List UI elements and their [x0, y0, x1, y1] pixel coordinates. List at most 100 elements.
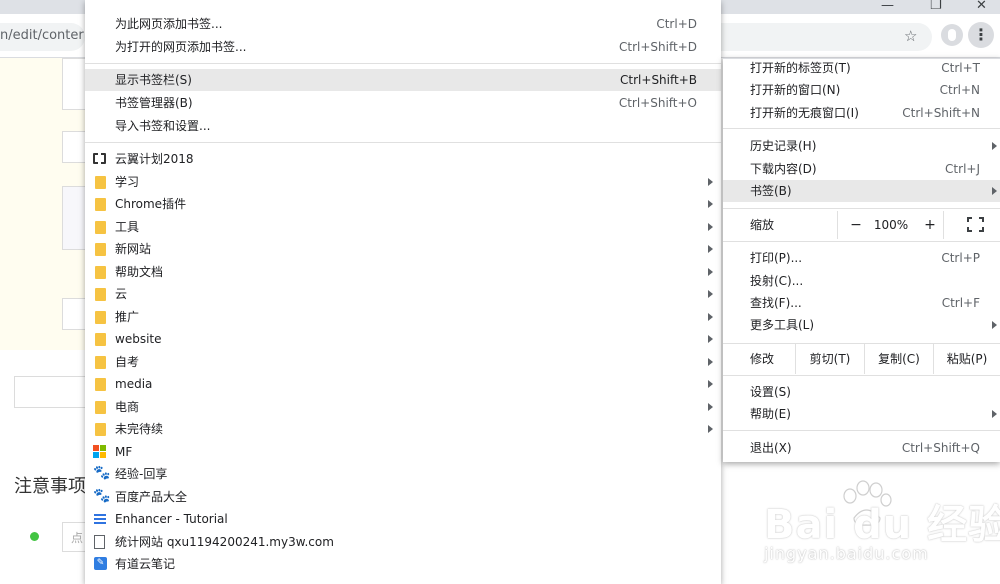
bookmark-label: website	[115, 332, 162, 346]
bookmark-label: media	[115, 377, 153, 391]
submenu-arrow-icon	[708, 425, 713, 433]
notes-input[interactable]: 点	[62, 522, 85, 552]
downloads-item[interactable]: 下载内容(D) Ctrl+J	[723, 158, 1000, 180]
bookmarks-item[interactable]: 书签(B)	[723, 180, 1000, 202]
folder-icon	[95, 220, 106, 234]
help-item[interactable]: 帮助(E)	[723, 403, 1000, 425]
bookmark-folder-item[interactable]: 自考	[85, 351, 721, 373]
editor-thumbnail[interactable]	[62, 298, 85, 330]
baidu-paw-icon: 🐾	[93, 465, 111, 481]
submenu-arrow-icon	[708, 290, 713, 298]
bookmark-folder-item[interactable]: Chrome插件	[85, 193, 721, 215]
bookmark-folder-item[interactable]: 新网站	[85, 238, 721, 260]
bookmark-item[interactable]: MF	[85, 441, 721, 463]
bookmark-label: 经验-回享	[115, 467, 168, 481]
print-item[interactable]: 打印(P)... Ctrl+P	[723, 247, 1000, 269]
bookmark-label: Chrome插件	[115, 197, 187, 211]
bookmark-manager-item[interactable]: 书签管理器(B) Ctrl+Shift+O	[85, 92, 721, 114]
bookmark-folder-item[interactable]: 推广	[85, 306, 721, 328]
find-item[interactable]: 查找(F)... Ctrl+F	[723, 292, 1000, 314]
chrome-menu-icon[interactable]: ⋮	[968, 22, 994, 48]
bookmark-star-icon[interactable]: ☆	[904, 27, 917, 45]
bookmark-label: 有道云笔记	[115, 557, 176, 571]
more-tools-item[interactable]: 更多工具(L)	[723, 314, 1000, 336]
zoom-value: 100%	[873, 218, 909, 232]
new-window-item[interactable]: 打开新的窗口(N) Ctrl+N	[723, 79, 1000, 101]
submenu-arrow-icon	[708, 267, 713, 276]
bookmark-folder-item[interactable]: website	[85, 328, 721, 350]
menu-separator	[723, 208, 1000, 209]
submenu-arrow-icon	[708, 177, 713, 186]
bookmark-item[interactable]: 统计网站 qxu1194200241.my3w.com	[85, 531, 721, 553]
add-bookmark-item[interactable]: 为此网页添加书签... Ctrl+D	[85, 13, 721, 35]
new-tab-item[interactable]: 打开新的标签页(T) Ctrl+T	[723, 57, 1000, 79]
fullscreen-icon[interactable]	[967, 217, 984, 232]
bookmark-folder-item[interactable]: 学习	[85, 171, 721, 193]
baidu-watermark: Bai du 经验 jingyan.baidu.com	[760, 472, 1000, 584]
import-bookmarks-item[interactable]: 导入书签和设置...	[85, 115, 721, 137]
bookmark-item[interactable]: ✎ 有道云笔记	[85, 553, 721, 575]
microsoft-icon	[93, 444, 107, 459]
folder-icon	[95, 175, 106, 189]
bookmark-folder-item[interactable]: media	[85, 373, 721, 395]
submenu-arrow-icon	[992, 321, 997, 329]
submenu-arrow-icon	[708, 357, 713, 366]
address-bar-right[interactable]	[720, 23, 932, 51]
settings-item[interactable]: 设置(S)	[723, 381, 1000, 403]
menu-separator	[723, 375, 1000, 376]
bookmark-label: 百度产品大全	[115, 489, 188, 504]
show-bookmarks-bar-item[interactable]: 显示书签栏(S) Ctrl+Shift+B	[85, 69, 721, 91]
bookmark-folder-item[interactable]: 帮助文档	[85, 261, 721, 283]
history-item[interactable]: 历史记录(H)	[723, 135, 1000, 157]
bookmark-open-pages-item[interactable]: 为打开的网页添加书签... Ctrl+Shift+D	[85, 36, 721, 58]
bookmark-label: 帮助文档	[115, 264, 164, 279]
submenu-arrow-icon	[708, 200, 713, 208]
editor-image-thumbnail[interactable]	[62, 186, 85, 250]
chrome-main-menu: 打开新的标签页(T) Ctrl+T 打开新的窗口(N) Ctrl+N 打开新的无…	[723, 58, 1000, 462]
submenu-arrow-icon	[708, 335, 713, 343]
watermark-url: jingyan.baidu.com	[764, 544, 929, 563]
maximize-icon[interactable]: ❐	[930, 0, 942, 13]
minimize-icon[interactable]: —	[881, 0, 894, 13]
editor-text-box[interactable]	[14, 376, 85, 408]
bookmark-label: 工具	[115, 219, 140, 234]
bookmark-label: 电商	[115, 399, 140, 414]
new-incognito-item[interactable]: 打开新的无痕窗口(I) Ctrl+Shift+N	[723, 102, 1000, 124]
exit-item[interactable]: 退出(X) Ctrl+Shift+Q	[723, 437, 1000, 459]
profile-avatar-icon[interactable]	[941, 24, 963, 46]
edit-row: 修改 剪切(T) 复制(C) 粘贴(P)	[723, 344, 1000, 374]
submenu-arrow-icon	[992, 142, 997, 150]
cast-item[interactable]: 投射(C)...	[723, 270, 1000, 292]
menu-separator	[85, 142, 721, 143]
editor-thumbnail[interactable]	[62, 58, 85, 110]
cut-button[interactable]: 剪切(T)	[796, 344, 864, 374]
address-bar[interactable]: n/edit/conter	[0, 23, 85, 51]
bookmark-folder-item[interactable]: 电商	[85, 396, 721, 418]
bookmark-item[interactable]: 🐾 经验-回享	[85, 463, 721, 485]
folder-icon	[95, 265, 106, 279]
bookmarks-submenu: 为此网页添加书签... Ctrl+D 为打开的网页添加书签... Ctrl+Sh…	[85, 0, 721, 584]
bookmark-label: MF	[115, 444, 133, 459]
submenu-arrow-icon	[708, 222, 713, 231]
baidu-paw-icon: 🐾	[93, 487, 111, 504]
menu-separator	[723, 430, 1000, 431]
bookmark-folder-item[interactable]: 未完待续	[85, 418, 721, 440]
paste-button[interactable]: 粘贴(P)	[934, 344, 1000, 374]
folder-icon	[95, 355, 106, 369]
cloud-bracket-icon	[93, 153, 106, 164]
submenu-arrow-icon	[992, 187, 997, 195]
status-dot	[30, 532, 39, 541]
list-lines-icon	[94, 514, 106, 524]
bookmark-item[interactable]: Enhancer - Tutorial	[85, 508, 721, 530]
submenu-arrow-icon	[708, 245, 713, 253]
bookmark-folder-item[interactable]: 云	[85, 283, 721, 305]
folder-icon	[95, 310, 106, 324]
bookmark-item[interactable]: 🐾 百度产品大全	[85, 486, 721, 508]
zoom-in-button[interactable]: +	[918, 211, 942, 239]
copy-button[interactable]: 复制(C)	[865, 344, 933, 374]
zoom-out-button[interactable]: −	[844, 211, 868, 239]
close-icon[interactable]: ✕	[976, 0, 987, 13]
bookmark-folder-item[interactable]: 工具	[85, 216, 721, 238]
bookmark-item[interactable]: 云翼计划2018	[85, 148, 721, 170]
editor-thumbnail[interactable]	[62, 131, 85, 163]
